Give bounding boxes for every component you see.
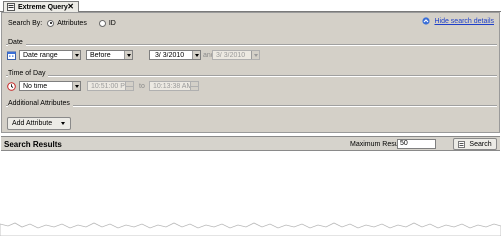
tab-title: Extreme Query <box>18 3 68 11</box>
add-attribute-label: Add Attribute <box>12 120 53 127</box>
date-group: Date Date range Before 3/ 3/2010 and 3/ … <box>6 39 497 69</box>
chevron-down-icon[interactable] <box>192 51 200 59</box>
tab-strip: Extreme Query ✕ <box>0 0 501 12</box>
time-to-spinner[interactable] <box>190 82 198 90</box>
hide-search-details-label[interactable]: Hide search details <box>434 18 494 25</box>
maximum-results-input[interactable]: 50 <box>397 139 436 149</box>
date-operator-select[interactable]: Before <box>86 50 133 60</box>
radio-attributes-label[interactable]: Attributes <box>57 20 87 27</box>
extreme-query-window: Extreme Query ✕ Search By: Attributes ID… <box>0 0 501 236</box>
date-group-divider <box>6 44 497 46</box>
date-operator-value: Before <box>90 51 111 59</box>
date-to-picker[interactable]: 3/ 3/2010 <box>212 50 260 60</box>
close-icon[interactable]: ✕ <box>67 2 74 12</box>
additional-group-divider <box>6 105 497 107</box>
chevron-down-icon[interactable] <box>72 82 80 90</box>
search-button-label: Search <box>469 140 492 148</box>
search-by-row: Search By: Attributes ID <box>8 18 128 28</box>
date-to-value: 3/ 3/2010 <box>216 51 246 59</box>
tab-extreme-query[interactable]: Extreme Query ✕ <box>3 1 79 12</box>
calendar-icon <box>7 51 16 60</box>
time-group-divider <box>6 75 497 77</box>
collapse-up-icon <box>422 17 431 25</box>
time-to-value: 10:13:38 AM <box>153 82 190 90</box>
search-results-list[interactable] <box>1 151 500 223</box>
time-mode-value: No time <box>23 82 48 90</box>
date-from-value: 3/ 3/2010 <box>155 51 185 59</box>
search-button[interactable]: Search <box>453 138 497 150</box>
chevron-down-icon <box>61 122 65 125</box>
date-from-picker[interactable]: 3/ 3/2010 <box>149 50 201 60</box>
date-mode-value: Date range <box>23 51 58 59</box>
time-to-label: to <box>139 83 145 90</box>
add-attribute-button[interactable]: Add Attribute <box>7 117 71 130</box>
chevron-down-icon[interactable] <box>124 51 132 59</box>
radio-attributes[interactable] <box>47 19 55 27</box>
chevron-down-icon[interactable] <box>251 51 259 59</box>
time-from-input[interactable]: 10:51:00 PM <box>87 81 134 91</box>
time-from-value: 10:51:00 PM <box>91 82 125 90</box>
additional-group-title: Additional Attributes <box>8 100 73 107</box>
chevron-down-icon[interactable] <box>72 51 80 59</box>
query-icon <box>7 3 15 11</box>
time-group-title: Time of Day <box>8 70 49 77</box>
time-to-input[interactable]: 10:13:38 AM <box>149 81 199 91</box>
radio-id[interactable] <box>98 19 106 27</box>
search-by-label: Search By: <box>8 19 43 27</box>
time-mode-select[interactable]: No time <box>19 81 81 91</box>
date-mode-select[interactable]: Date range <box>19 50 81 60</box>
date-group-title: Date <box>8 39 26 46</box>
additional-attributes-group: Additional Attributes <box>6 100 497 110</box>
torn-edge-decoration <box>0 222 501 236</box>
search-icon <box>458 140 466 148</box>
search-criteria-panel: Search By: Attributes ID Hide search det… <box>1 12 500 133</box>
clock-icon <box>7 82 16 91</box>
search-results-title: Search Results <box>4 140 62 149</box>
radio-id-label[interactable]: ID <box>109 20 116 27</box>
time-from-spinner[interactable] <box>125 82 133 90</box>
time-of-day-group: Time of Day No time 10:51:00 PM to 10:13… <box>6 70 497 100</box>
search-results-bar: Search Results Maximum Results: 50 Searc… <box>1 136 500 151</box>
hide-search-details-link[interactable]: Hide search details <box>422 17 494 25</box>
